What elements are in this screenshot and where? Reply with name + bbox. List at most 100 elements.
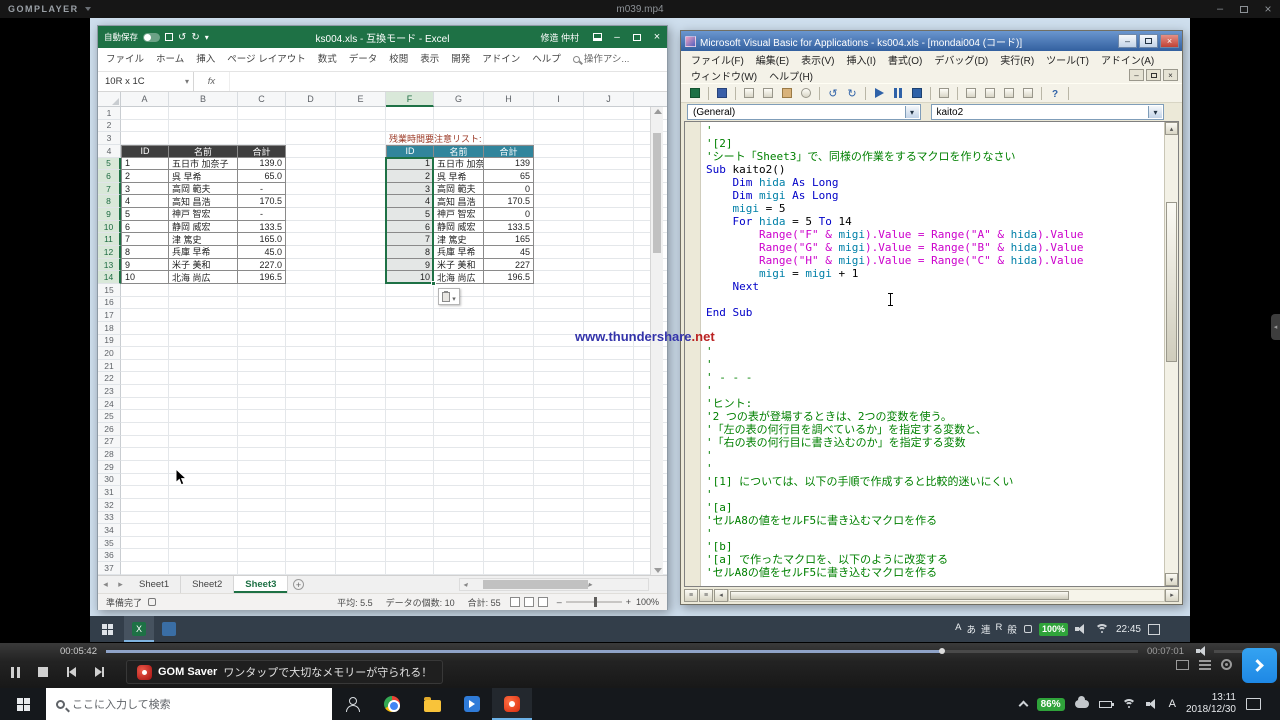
ribbon-tab-10[interactable]: アドイン bbox=[476, 48, 526, 72]
code-line-34[interactable]: '[a] で作ったマクロを、以下のように改変する bbox=[706, 553, 1164, 566]
code-line-9[interactable]: Range("F" & migi).Value = Range("A" & hi… bbox=[706, 228, 1164, 241]
undo-icon[interactable] bbox=[178, 32, 186, 43]
cell-D24[interactable] bbox=[286, 398, 336, 411]
cell-J21[interactable] bbox=[584, 360, 634, 373]
cell-I15[interactable] bbox=[534, 284, 584, 297]
cell-F22[interactable] bbox=[386, 372, 434, 385]
cell-C24[interactable] bbox=[238, 398, 286, 411]
cell-A25[interactable] bbox=[121, 410, 169, 423]
cell-A29[interactable] bbox=[121, 461, 169, 474]
cell-B25[interactable] bbox=[169, 410, 238, 423]
cell-A31[interactable] bbox=[121, 486, 169, 499]
cell-B31[interactable] bbox=[169, 486, 238, 499]
row-header-22[interactable]: 22 bbox=[98, 372, 121, 385]
code-line-11[interactable]: Range("H" & migi).Value = Range("C" & hi… bbox=[706, 254, 1164, 267]
vba-menu-r1-3[interactable]: 表示(V) bbox=[795, 52, 840, 67]
cell-H6[interactable]: 65 bbox=[484, 170, 534, 183]
cell-J33[interactable] bbox=[584, 512, 634, 525]
cell-A14[interactable]: 10 bbox=[121, 271, 169, 284]
excel-horizontal-scrollbar[interactable] bbox=[459, 578, 649, 591]
row-header-12[interactable]: 12 bbox=[98, 246, 121, 259]
cell-B5[interactable]: 五日市 加奈子 bbox=[169, 158, 238, 171]
people-button[interactable] bbox=[332, 688, 372, 720]
cell-D1[interactable] bbox=[286, 107, 336, 120]
cell-H29[interactable] bbox=[484, 461, 534, 474]
cell-C8[interactable]: 170.5 bbox=[238, 195, 286, 208]
cell-J8[interactable] bbox=[584, 195, 634, 208]
row-header-31[interactable]: 31 bbox=[98, 486, 121, 499]
cell-D12[interactable] bbox=[286, 246, 336, 259]
cell-G13[interactable]: 米子 美和 bbox=[434, 259, 484, 272]
cell-D5[interactable] bbox=[286, 158, 336, 171]
video-area[interactable]: 自動保存 ks004.xls - 互換モード - Excel 修造 仲村 bbox=[0, 18, 1280, 642]
child-minimize-button[interactable] bbox=[1129, 69, 1144, 81]
cell-I25[interactable] bbox=[534, 410, 584, 423]
cell-I33[interactable] bbox=[534, 512, 584, 525]
cell-C31[interactable] bbox=[238, 486, 286, 499]
cell-J9[interactable] bbox=[584, 208, 634, 221]
autosave-toggle[interactable] bbox=[143, 33, 160, 42]
cell-E27[interactable] bbox=[336, 436, 386, 449]
cell-F21[interactable] bbox=[386, 360, 434, 373]
insert-function-button[interactable]: fx bbox=[194, 72, 230, 91]
paste-options-button[interactable] bbox=[438, 288, 460, 305]
cell-H30[interactable] bbox=[484, 474, 534, 487]
zoom-percent[interactable]: 100% bbox=[636, 597, 659, 607]
action-center-icon[interactable] bbox=[1246, 698, 1261, 710]
cell-C36[interactable] bbox=[238, 549, 286, 562]
cell-D20[interactable] bbox=[286, 347, 336, 360]
sheet-nav-right-icon[interactable] bbox=[113, 576, 128, 593]
cell-F32[interactable] bbox=[386, 499, 434, 512]
vba-horizontal-scrollbar[interactable] bbox=[684, 588, 1179, 602]
chevron-down-icon[interactable] bbox=[1148, 106, 1162, 118]
row-header-17[interactable]: 17 bbox=[98, 309, 121, 322]
cell-B15[interactable] bbox=[169, 284, 238, 297]
cell-I21[interactable] bbox=[534, 360, 584, 373]
cell-C6[interactable]: 65.0 bbox=[238, 170, 286, 183]
cell-E33[interactable] bbox=[336, 512, 386, 525]
cell-G35[interactable] bbox=[434, 537, 484, 550]
row-header-15[interactable]: 15 bbox=[98, 284, 121, 297]
cell-J23[interactable] bbox=[584, 385, 634, 398]
cell-D37[interactable] bbox=[286, 562, 336, 575]
start-button[interactable] bbox=[0, 688, 46, 720]
row-header-26[interactable]: 26 bbox=[98, 423, 121, 436]
cell-E8[interactable] bbox=[336, 195, 386, 208]
row-header-29[interactable]: 29 bbox=[98, 461, 121, 474]
row-header-5[interactable]: 5 bbox=[98, 158, 121, 171]
cell-H8[interactable]: 170.5 bbox=[484, 195, 534, 208]
code-line-29[interactable]: ' bbox=[706, 488, 1164, 501]
cell-C20[interactable] bbox=[238, 347, 286, 360]
chrome-button[interactable] bbox=[372, 688, 412, 720]
help-icon[interactable] bbox=[1047, 85, 1063, 101]
cell-G34[interactable] bbox=[434, 524, 484, 537]
cell-G1[interactable] bbox=[434, 107, 484, 120]
child-restore-button[interactable] bbox=[1146, 69, 1161, 81]
cell-J7[interactable] bbox=[584, 183, 634, 196]
cell-B4[interactable]: 名前 bbox=[169, 145, 238, 158]
row-header-6[interactable]: 6 bbox=[98, 170, 121, 183]
screen-mode-icon[interactable] bbox=[1176, 660, 1189, 670]
scroll-down-icon[interactable] bbox=[654, 568, 662, 573]
cell-H19[interactable] bbox=[484, 335, 534, 348]
cell-E14[interactable] bbox=[336, 271, 386, 284]
cell-E23[interactable] bbox=[336, 385, 386, 398]
cell-A22[interactable] bbox=[121, 372, 169, 385]
cell-J30[interactable] bbox=[584, 474, 634, 487]
column-header-D[interactable]: D bbox=[286, 92, 336, 107]
column-header-F[interactable]: F bbox=[386, 92, 434, 107]
sheet-tab-sheet1[interactable]: Sheet1 bbox=[128, 576, 181, 593]
cell-H22[interactable] bbox=[484, 372, 534, 385]
cell-C12[interactable]: 45.0 bbox=[238, 246, 286, 259]
cell-G17[interactable] bbox=[434, 309, 484, 322]
page-layout-view-icon[interactable] bbox=[524, 597, 534, 607]
name-box[interactable]: 10R x 1C bbox=[98, 72, 194, 91]
cell-H34[interactable] bbox=[484, 524, 534, 537]
cell-D32[interactable] bbox=[286, 499, 336, 512]
code-line-25[interactable]: '「右の表の何行目に書き込むのか」を指定する変数 bbox=[706, 436, 1164, 449]
ribbon-tab-9[interactable]: 開発 bbox=[445, 48, 476, 72]
row-header-33[interactable]: 33 bbox=[98, 512, 121, 525]
cell-J6[interactable] bbox=[584, 170, 634, 183]
cell-F17[interactable] bbox=[386, 309, 434, 322]
cell-H24[interactable] bbox=[484, 398, 534, 411]
